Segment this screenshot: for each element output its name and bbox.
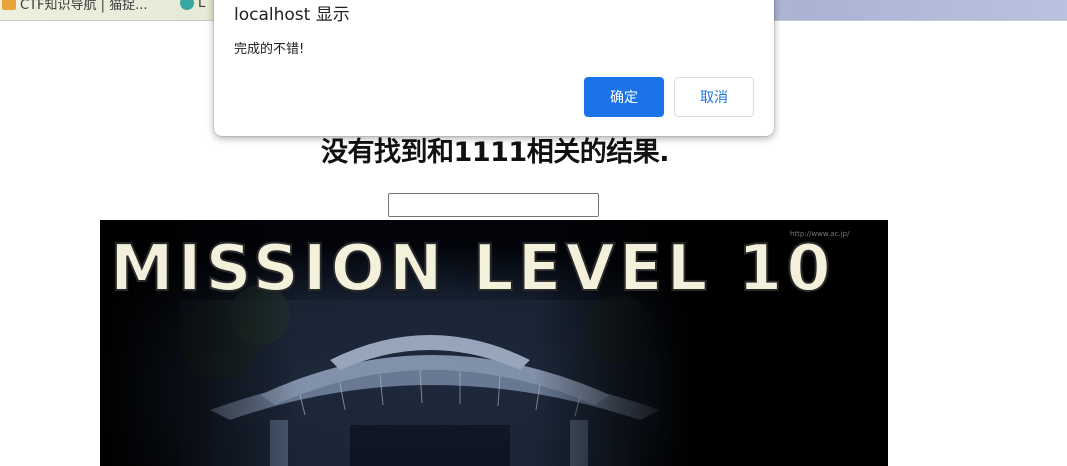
bookmark-item[interactable]: L [180,0,205,13]
dialog-message: 完成的不错! [234,42,305,57]
bookmark-label: L [198,0,206,11]
banner-watermark: http://www.ac.jp/ [790,230,850,238]
bookmark-label: CTF知识导航 | 猫捉... [20,0,148,13]
mission-banner-graphic: MISSION LEVEL 10 http://www.ac.jp/ [100,220,888,466]
cancel-button[interactable]: 取消 [674,77,754,117]
bookmark-favicon-icon [2,0,16,10]
mission-level-title: MISSION LEVEL 10 [110,232,835,306]
globe-icon [180,0,194,10]
mission-banner-image: MISSION LEVEL 10 http://www.ac.jp/ [100,220,888,466]
alert-dialog: localhost 显示 完成的不错! 确定 取消 [214,0,774,136]
search-input[interactable] [388,193,599,217]
bookmark-item[interactable]: CTF知识导航 | 猫捉... [2,0,148,13]
browser-viewport: CTF知识导航 | 猫捉... L 没有找到和1111相关的结果. MISSIO… [0,0,1067,466]
ok-button[interactable]: 确定 [584,77,664,117]
dialog-title: localhost 显示 [234,5,350,25]
